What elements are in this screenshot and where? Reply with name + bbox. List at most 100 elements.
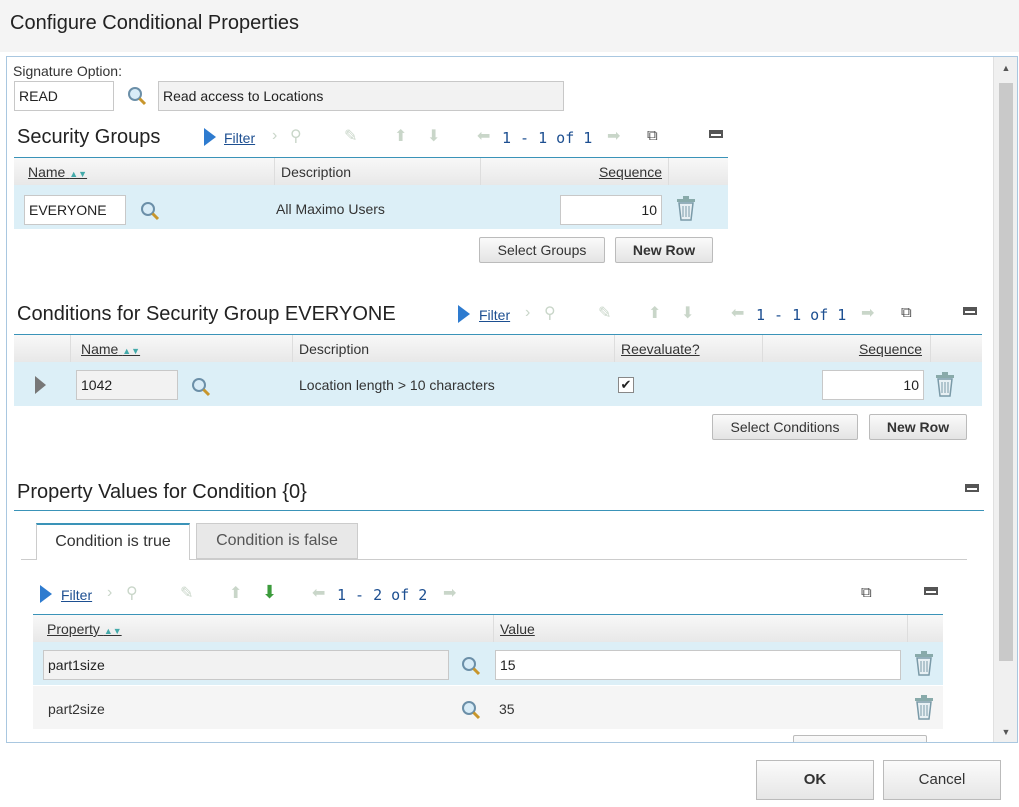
previous-page-icon[interactable]: ⬅: [731, 303, 744, 323]
column-header-name[interactable]: Name ▲▼: [70, 335, 292, 363]
tab-condition-true[interactable]: Condition is true: [36, 523, 190, 560]
property-value: 35: [499, 701, 515, 717]
minimize-icon[interactable]: [709, 130, 723, 138]
scroll-up-icon[interactable]: ▲: [994, 57, 1017, 79]
table-row[interactable]: All Maximo Users: [14, 185, 728, 229]
previous-page-icon[interactable]: ⬅: [477, 126, 490, 146]
previous-page-icon[interactable]: ⬅: [312, 583, 325, 603]
dialog-body: Signature Option: Security Groups Filter…: [6, 56, 1018, 743]
cancel-button[interactable]: Cancel: [883, 760, 1001, 800]
search-icon[interactable]: ⚲: [290, 126, 302, 146]
group-description: All Maximo Users: [276, 201, 385, 217]
arrow-up-icon[interactable]: ⬆: [229, 583, 242, 603]
select-conditions-button[interactable]: Select Conditions: [712, 414, 858, 440]
clear-filter-icon[interactable]: ✎: [344, 126, 357, 146]
delete-row-icon[interactable]: [913, 694, 935, 720]
minimize-icon[interactable]: [965, 484, 979, 492]
minimize-icon[interactable]: [924, 587, 938, 595]
sort-icon: ▲▼: [122, 346, 141, 356]
group-lookup-icon[interactable]: [140, 201, 160, 221]
condition-lookup-icon[interactable]: [191, 377, 211, 397]
tab-condition-false[interactable]: Condition is false: [196, 523, 358, 559]
signature-lookup-icon[interactable]: [127, 86, 147, 106]
column-header-value[interactable]: Value: [493, 615, 907, 643]
chevron-right-icon: ›: [525, 304, 531, 321]
column-header-property[interactable]: Property ▲▼: [33, 615, 493, 643]
download-icon[interactable]: ⧉: [647, 127, 658, 144]
condition-description: Location length > 10 characters: [299, 377, 495, 393]
conditions-table-header: Name ▲▼ Description Reevaluate? Sequence: [14, 334, 982, 363]
condition-name-field[interactable]: [76, 370, 178, 400]
group-sequence-field[interactable]: [560, 195, 662, 225]
security-groups-filter-link[interactable]: Filter: [224, 130, 255, 146]
delete-row-icon[interactable]: [934, 371, 956, 397]
clear-filter-icon[interactable]: ✎: [598, 303, 611, 323]
column-header-name[interactable]: Name ▲▼: [14, 158, 274, 186]
ok-button[interactable]: OK: [756, 760, 874, 800]
search-icon[interactable]: ⚲: [126, 583, 138, 603]
conditions-pager: 1 - 1 of 1: [756, 306, 847, 324]
next-page-icon[interactable]: ➡: [443, 583, 456, 603]
row-expand-icon[interactable]: [35, 376, 46, 394]
property-name: part2size: [48, 701, 105, 717]
property-name-field[interactable]: [43, 650, 449, 680]
select-groups-button[interactable]: Select Groups: [479, 237, 605, 263]
column-header-sequence[interactable]: Sequence: [762, 335, 930, 363]
dialog-content: Signature Option: Security Groups Filter…: [7, 57, 993, 742]
column-header-sequence[interactable]: Sequence: [480, 158, 668, 186]
vertical-scrollbar[interactable]: ▲ ▼: [993, 57, 1017, 742]
table-row[interactable]: Location length > 10 characters ✔: [14, 362, 982, 406]
security-groups-table-header: Name ▲▼ Description Sequence: [14, 157, 728, 186]
conditions-title: Conditions for Security Group EVERYONE: [17, 303, 396, 325]
filter-expand-icon[interactable]: [457, 304, 471, 324]
column-header-name-label: Name: [81, 341, 119, 357]
property-lookup-icon[interactable]: [461, 700, 481, 720]
arrow-down-icon[interactable]: ⬇: [681, 303, 694, 323]
column-header-actions: [668, 158, 728, 186]
property-lookup-icon[interactable]: [461, 656, 481, 676]
security-groups-title: Security Groups: [17, 126, 161, 148]
table-row[interactable]: [33, 642, 943, 685]
next-page-icon[interactable]: ➡: [607, 126, 620, 146]
search-icon[interactable]: ⚲: [544, 303, 556, 323]
clear-filter-icon[interactable]: ✎: [180, 583, 193, 603]
property-value-field[interactable]: [495, 650, 901, 680]
column-header-actions: [930, 335, 982, 363]
arrow-up-icon[interactable]: ⬆: [394, 126, 407, 146]
minimize-icon[interactable]: [963, 307, 977, 315]
download-icon[interactable]: ⧉: [901, 304, 912, 321]
filter-expand-icon[interactable]: [203, 127, 217, 147]
column-header-actions: [907, 615, 943, 643]
scroll-down-icon[interactable]: ▼: [994, 721, 1017, 742]
arrow-down-icon[interactable]: ⬇: [427, 126, 440, 146]
column-header-description: Description: [274, 158, 480, 186]
arrow-down-icon[interactable]: ⬇: [262, 582, 277, 603]
delete-row-icon[interactable]: [675, 195, 697, 221]
table-row[interactable]: part2size 35: [33, 686, 943, 729]
column-header-name-label: Name: [28, 164, 66, 180]
security-groups-pager: 1 - 1 of 1: [502, 129, 593, 147]
column-header-property-label: Property: [47, 621, 100, 637]
reevaluate-checkbox[interactable]: ✔: [618, 377, 634, 393]
condition-sequence-field[interactable]: [822, 370, 924, 400]
property-values-filter-link[interactable]: Filter: [61, 587, 92, 603]
property-values-title: Property Values for Condition {0}: [17, 481, 307, 503]
property-values-new-row-button[interactable]: [793, 735, 927, 742]
download-icon[interactable]: ⧉: [861, 584, 872, 601]
conditions-new-row-button[interactable]: New Row: [869, 414, 967, 440]
property-values-table-header: Property ▲▼ Value: [33, 614, 943, 643]
arrow-up-icon[interactable]: ⬆: [648, 303, 661, 323]
filter-expand-icon[interactable]: [39, 584, 53, 604]
delete-row-icon[interactable]: [913, 650, 935, 676]
signature-option-input[interactable]: [14, 81, 114, 111]
dialog-title-bar: Configure Conditional Properties: [0, 0, 1019, 52]
group-name-field[interactable]: [24, 195, 126, 225]
conditions-filter-link[interactable]: Filter: [479, 307, 510, 323]
scrollbar-thumb[interactable]: [999, 83, 1013, 661]
next-page-icon[interactable]: ➡: [861, 303, 874, 323]
security-groups-new-row-button[interactable]: New Row: [615, 237, 713, 263]
signature-option-label: Signature Option:: [13, 63, 122, 79]
column-header-reevaluate[interactable]: Reevaluate?: [614, 335, 762, 363]
column-header-expander: [14, 335, 70, 363]
column-header-description: Description: [292, 335, 614, 363]
